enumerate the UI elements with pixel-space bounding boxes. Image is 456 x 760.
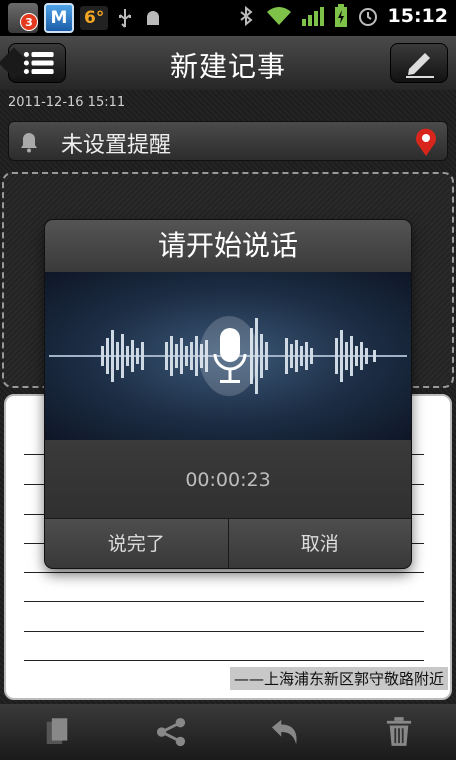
reminder-bar[interactable]: 未设置提醒 xyxy=(8,121,448,161)
microphone-icon xyxy=(213,328,247,383)
done-button[interactable]: 说完了 xyxy=(45,519,228,568)
dialog-title: 请开始说话 xyxy=(45,220,411,272)
bell-icon xyxy=(21,133,37,153)
weather-temperature: 6° xyxy=(80,6,109,30)
paper-line xyxy=(24,631,424,632)
edit-icon xyxy=(406,53,434,78)
app-m-icon: M xyxy=(44,3,74,33)
paper-line xyxy=(24,660,424,661)
notification-badge: 3 xyxy=(20,13,38,31)
share-icon xyxy=(156,717,186,747)
elapsed-time: 00:00:23 xyxy=(185,469,271,491)
title-bar: 新建记事 xyxy=(0,36,456,90)
usb-icon xyxy=(119,9,132,28)
undo-icon xyxy=(271,719,297,745)
edit-button[interactable] xyxy=(390,43,448,83)
cancel-button[interactable]: 取消 xyxy=(227,519,411,568)
copy-button[interactable] xyxy=(37,712,77,752)
reminder-label: 未设置提醒 xyxy=(61,133,172,158)
signal-icon xyxy=(301,7,324,26)
bluetooth-icon xyxy=(239,5,253,27)
trash-icon xyxy=(386,717,412,746)
alarm-icon xyxy=(358,8,377,26)
location-pin-icon[interactable] xyxy=(413,127,439,157)
paper-line xyxy=(24,601,424,602)
copy-icon xyxy=(46,718,68,744)
app-notification-icon: 3 xyxy=(8,3,38,33)
undo-button[interactable] xyxy=(265,712,305,752)
share-button[interactable] xyxy=(151,712,191,752)
note-datetime: 2011-12-16 15:11 xyxy=(8,95,126,110)
dialog-button-bar: 说完了 取消 xyxy=(45,518,411,568)
delete-button[interactable] xyxy=(379,712,419,752)
voice-input-dialog: 请开始说话 说完了 取消 xyxy=(45,220,411,568)
bottom-toolbar xyxy=(0,704,456,760)
android-debug-icon xyxy=(147,11,160,25)
location-text: ——上海浦东新区郭守敬路附近 xyxy=(229,667,448,690)
clock: 15:12 xyxy=(387,5,448,27)
status-bar: 3 M 6° 15:12 xyxy=(0,0,456,36)
waveform-panel xyxy=(45,272,411,440)
wifi-icon xyxy=(266,7,291,25)
battery-charging-icon xyxy=(334,4,347,27)
page-title: 新建记事 xyxy=(169,50,286,83)
paper-line xyxy=(24,572,424,573)
